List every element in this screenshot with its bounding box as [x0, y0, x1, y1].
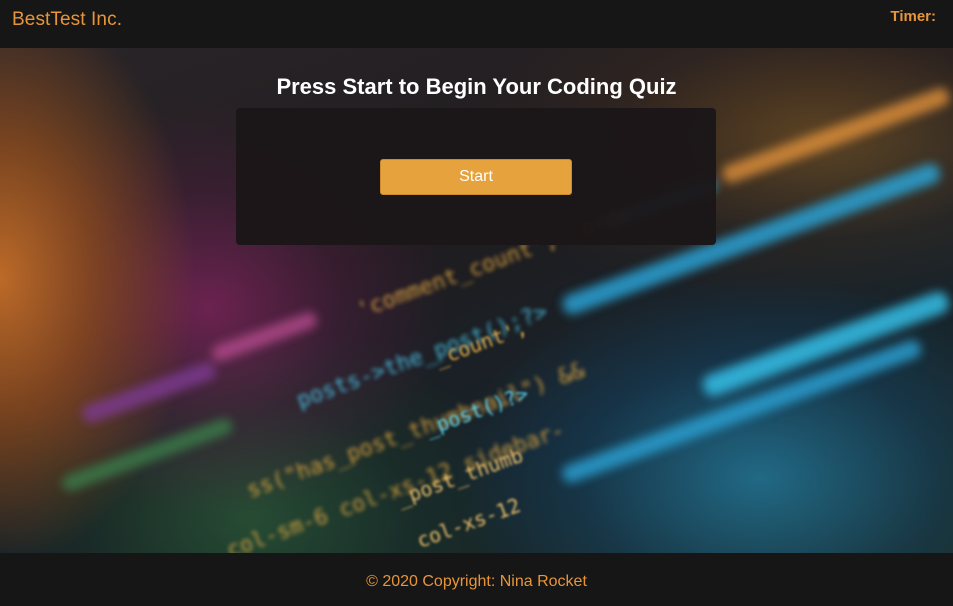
timer-label: Timer:: [890, 8, 936, 25]
brand-logo-text[interactable]: BestTest Inc.: [12, 9, 122, 31]
copyright-text: © 2020 Copyright: Nina Rocket: [366, 573, 587, 590]
hero-background-image: 'comment_count', 'order' posts->the_post…: [0, 48, 953, 553]
start-button[interactable]: Start: [380, 159, 572, 195]
top-navbar: BestTest Inc. Timer:: [0, 0, 953, 48]
svg-text:col-xs-12: col-xs-12: [414, 493, 524, 553]
timer-display: Timer:: [890, 8, 940, 25]
quiz-title: Press Start to Begin Your Coding Quiz: [276, 74, 677, 99]
quiz-panel: Start: [236, 108, 716, 245]
page-footer: © 2020 Copyright: Nina Rocket: [0, 553, 953, 606]
